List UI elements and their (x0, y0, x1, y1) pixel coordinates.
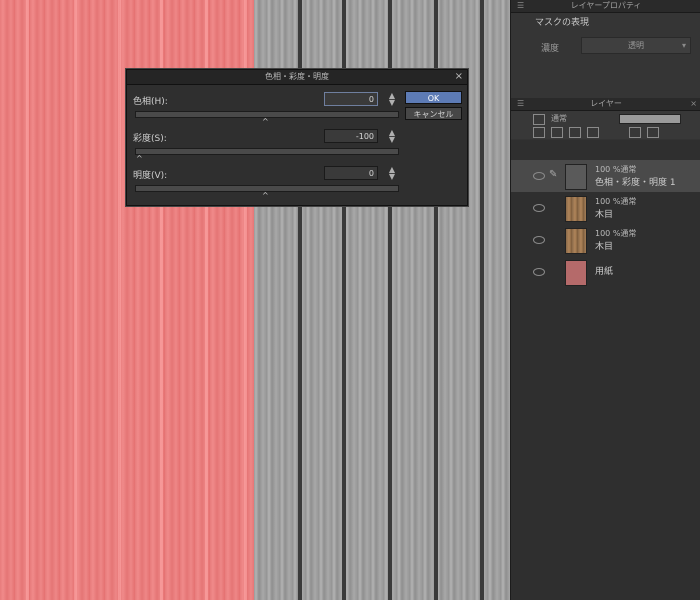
density-label: 濃度 (541, 44, 560, 54)
ruler-icon[interactable] (647, 127, 659, 138)
close-icon[interactable]: × (455, 70, 463, 84)
eye-icon[interactable] (533, 268, 545, 276)
eye-icon[interactable] (533, 172, 545, 180)
menu-icon[interactable]: ☰ (517, 0, 524, 12)
pencil-icon: ✎ (549, 169, 558, 180)
layer-thumbnail (565, 228, 587, 254)
layer-name: 色相・彩度・明度 1 (595, 178, 676, 188)
right-panel: ☰ レイヤープロパティ マスクの表現 濃度 透明 ☰ レイヤー × 通常 ✎ 1… (510, 0, 700, 600)
ok-button[interactable]: OK (405, 91, 462, 104)
brightness-slider[interactable]: ^ (135, 185, 399, 200)
hue-spinner[interactable]: ▲ ▼ (387, 92, 397, 107)
clip-icon[interactable] (533, 127, 545, 138)
saturation-spinner[interactable]: ▲ ▼ (387, 129, 397, 144)
layer-row-wood-1[interactable]: 100 %通常 木目 (511, 192, 700, 224)
saturation-slider[interactable]: ^ (135, 148, 399, 163)
panel-title: レイヤー (590, 99, 622, 108)
eye-icon[interactable] (533, 204, 545, 212)
reference-icon[interactable] (551, 127, 563, 138)
eye-icon[interactable] (533, 236, 545, 244)
hue-slider[interactable]: ^ (135, 111, 399, 126)
blend-mode-select[interactable]: 通常 (551, 113, 567, 124)
hue-label: 色相(H): (133, 97, 168, 107)
slider-knob[interactable]: ^ (262, 117, 269, 126)
layer-row-adjustment[interactable]: ✎ 100 %通常 色相・彩度・明度 1 (511, 160, 700, 192)
brightness-input[interactable]: 0 (324, 166, 378, 180)
layer-toolbar: 通常 (511, 111, 700, 139)
layer-thumbnail (565, 260, 587, 286)
hue-saturation-dialog: 色相・彩度・明度 × 色相(H): 0 ▲ ▼ ^ 彩度(S): -100 ▲ ▼ … (126, 69, 468, 206)
mask-expression-label: マスクの表現 (535, 18, 590, 28)
layer-property-panel: マスクの表現 濃度 透明 (511, 13, 700, 99)
dialog-title: 色相・彩度・明度 (265, 72, 329, 81)
slider-knob[interactable]: ^ (136, 154, 143, 163)
menu-icon[interactable]: ☰ (517, 98, 524, 110)
layer-color-icon[interactable] (533, 114, 545, 125)
slider-knob[interactable]: ^ (262, 191, 269, 200)
lock-icon[interactable] (569, 127, 581, 138)
panel-title: レイヤープロパティ (570, 1, 642, 10)
plank-seam (118, 0, 121, 600)
layer-thumbnail (565, 196, 587, 222)
dialog-title-bar[interactable]: 色相・彩度・明度 × (127, 70, 467, 85)
close-icon[interactable]: × (690, 98, 697, 110)
layer-opacity-mode: 100 %通常 (595, 197, 637, 206)
layer-panel-header: ☰ レイヤー × (511, 98, 700, 111)
mask-expression-select[interactable]: 透明 (581, 37, 691, 54)
plank-seam (480, 0, 484, 600)
cancel-button[interactable]: キャンセル (405, 107, 462, 120)
layer-name: 用紙 (595, 267, 614, 277)
layer-opacity-mode: 100 %通常 (595, 229, 637, 238)
layer-row-paper[interactable]: 用紙 (511, 256, 700, 288)
layer-property-header: ☰ レイヤープロパティ (511, 0, 700, 13)
saturation-label: 彩度(S): (133, 134, 167, 144)
layer-name: 木目 (595, 210, 614, 220)
hue-input[interactable]: 0 (324, 92, 378, 106)
saturation-input[interactable]: -100 (324, 129, 378, 143)
plank-seam (26, 0, 29, 600)
opacity-slider[interactable] (619, 114, 681, 124)
brightness-spinner[interactable]: ▲ ▼ (387, 166, 397, 181)
layer-opacity-mode: 100 %通常 (595, 165, 637, 174)
mask-icon[interactable] (629, 127, 641, 138)
layer-list: ✎ 100 %通常 色相・彩度・明度 1 100 %通常 木目 100 %通常 … (511, 140, 700, 600)
alpha-lock-icon[interactable] (587, 127, 599, 138)
plank-seam (74, 0, 77, 600)
layer-thumbnail (565, 164, 587, 190)
layer-name: 木目 (595, 242, 614, 252)
brightness-label: 明度(V): (133, 171, 168, 181)
layer-row-wood-2[interactable]: 100 %通常 木目 (511, 224, 700, 256)
